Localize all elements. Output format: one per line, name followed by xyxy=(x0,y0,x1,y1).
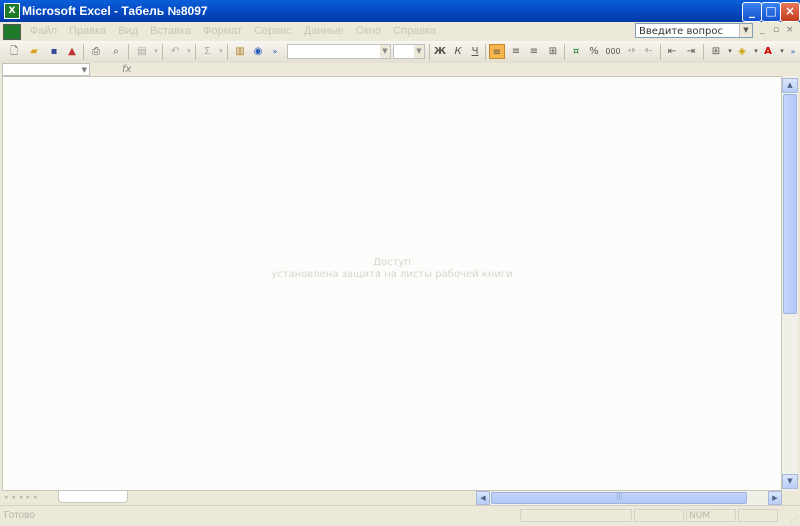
menu-edit[interactable]: Правка xyxy=(63,25,112,37)
decrease-decimal-icon[interactable]: ⁰⁻ xyxy=(641,44,657,59)
status-cell xyxy=(738,509,778,522)
scroll-up-icon[interactable]: ▲ xyxy=(782,78,798,93)
vertical-scrollbar[interactable]: ▲ ▼ xyxy=(782,76,798,491)
status-cell xyxy=(520,509,632,522)
scroll-right-icon[interactable]: ▶ xyxy=(768,491,782,505)
ask-question-placeholder: Введите вопрос xyxy=(639,26,723,37)
menu-tools[interactable]: Сервис xyxy=(248,25,298,37)
fx-icon[interactable]: fx xyxy=(122,63,131,76)
permission-icon[interactable]: ▲ xyxy=(64,44,80,59)
close-button[interactable]: × xyxy=(780,2,800,22)
chevron-down-icon[interactable]: ▼ xyxy=(414,45,424,58)
increase-indent-icon[interactable]: ⇥ xyxy=(683,44,699,59)
chart-wizard-icon[interactable]: ▥ xyxy=(232,44,248,59)
menu-view[interactable]: Вид xyxy=(112,25,144,37)
mdi-restore-button[interactable]: ▫ xyxy=(773,25,779,35)
bold-button[interactable]: Ж xyxy=(432,44,448,59)
toolbar-options-icon[interactable]: » xyxy=(270,44,280,59)
status-bar: Готово NUM ⋰ xyxy=(0,505,800,526)
vertical-scroll-thumb[interactable] xyxy=(783,94,797,314)
menu-help[interactable]: Справка xyxy=(387,25,442,37)
mdi-close-button[interactable]: × xyxy=(786,25,794,35)
formatting-toolbar: 🗋 ▰ ▪ ▲ ⎙ ⌕ ▤ ▾ ↶ ▾ Σ ▾ ▥ ◉ » ▼ ▼ Ж К Ч … xyxy=(0,41,800,64)
sheet-tab[interactable] xyxy=(58,491,128,503)
horizontal-scrollbar[interactable]: ◀ ||| ▶ xyxy=(476,491,782,505)
status-text: Готово xyxy=(4,510,35,521)
percent-button[interactable]: % xyxy=(586,44,602,59)
status-cell xyxy=(634,509,684,522)
maximize-button[interactable]: □ xyxy=(761,2,781,22)
print-preview-icon[interactable]: ⌕ xyxy=(108,44,124,59)
merge-center-icon[interactable]: ⊞ xyxy=(545,44,561,59)
name-box[interactable]: ▼ xyxy=(2,63,90,76)
open-icon[interactable]: ▰ xyxy=(26,44,42,59)
increase-decimal-icon[interactable]: ⁺⁰ xyxy=(623,44,639,59)
workbook-icon[interactable] xyxy=(3,24,21,40)
align-left-icon[interactable]: ≡ xyxy=(489,44,505,59)
font-name-select[interactable]: ▼ xyxy=(287,44,391,59)
menu-file[interactable]: Файл xyxy=(24,25,63,37)
help-icon[interactable]: ◉ xyxy=(250,44,266,59)
thousands-button[interactable]: 000 xyxy=(604,44,622,59)
menu-window[interactable]: Окно xyxy=(350,25,388,37)
resize-grip-icon[interactable]: ⋰ xyxy=(790,515,798,524)
tab-navigation-icons[interactable]: ◂◂◂▸▸ xyxy=(4,493,42,501)
menu-items: Файл Правка Вид Вставка Формат Сервис Да… xyxy=(24,25,442,37)
chevron-down-icon[interactable]: ▼ xyxy=(380,45,390,58)
scroll-down-icon[interactable]: ▼ xyxy=(782,474,798,489)
ask-question-input[interactable]: Введите вопрос ▼ xyxy=(635,23,753,38)
excel-window: X Microsoft Excel - Табель №8097 _ □ × Ф… xyxy=(0,0,800,526)
new-icon[interactable]: 🗋 xyxy=(6,44,22,59)
save-icon[interactable]: ▪ xyxy=(46,44,62,59)
italic-button[interactable]: К xyxy=(450,44,466,59)
menu-format[interactable]: Формат xyxy=(197,25,248,37)
mdi-minimize-button[interactable]: _ xyxy=(760,25,765,35)
toolbar-options-icon[interactable]: » xyxy=(788,44,798,59)
formula-input[interactable] xyxy=(136,63,784,76)
print-icon[interactable]: ⎙ xyxy=(88,44,104,59)
num-lock-indicator: NUM xyxy=(686,509,736,522)
currency-icon[interactable]: ¤ xyxy=(568,44,584,59)
menu-data[interactable]: Данные xyxy=(298,25,350,37)
sheet-tabs-row: ◂◂◂▸▸ ◀ ||| ▶ xyxy=(0,491,800,505)
font-size-select[interactable]: ▼ xyxy=(393,44,425,59)
formula-bar: ▼ fx xyxy=(0,63,800,76)
protection-text: установлена защита на листы рабочей книг… xyxy=(271,269,513,280)
scroll-left-icon[interactable]: ◀ xyxy=(476,491,490,505)
window-title: Microsoft Excel - Табель №8097 xyxy=(22,4,208,18)
menu-insert[interactable]: Вставка xyxy=(144,25,197,37)
scroll-grip-icon: ||| xyxy=(616,492,624,500)
protection-title: Доступ xyxy=(373,257,411,268)
chevron-down-icon[interactable]: ▼ xyxy=(739,24,752,37)
worksheet-area[interactable]: Доступ установлена защита на листы рабоч… xyxy=(2,76,782,491)
minimize-button[interactable]: _ xyxy=(742,2,762,22)
title-bar[interactable]: X Microsoft Excel - Табель №8097 _ □ × xyxy=(0,0,800,22)
underline-button[interactable]: Ч xyxy=(467,44,483,59)
excel-icon[interactable]: X xyxy=(4,3,20,19)
align-right-icon[interactable]: ≡ xyxy=(526,44,542,59)
chevron-down-icon[interactable]: ▼ xyxy=(82,64,87,76)
align-center-icon[interactable]: ≡ xyxy=(508,44,524,59)
decrease-indent-icon[interactable]: ⇤ xyxy=(664,44,680,59)
protection-message: Доступ установлена защита на листы рабоч… xyxy=(3,257,781,281)
